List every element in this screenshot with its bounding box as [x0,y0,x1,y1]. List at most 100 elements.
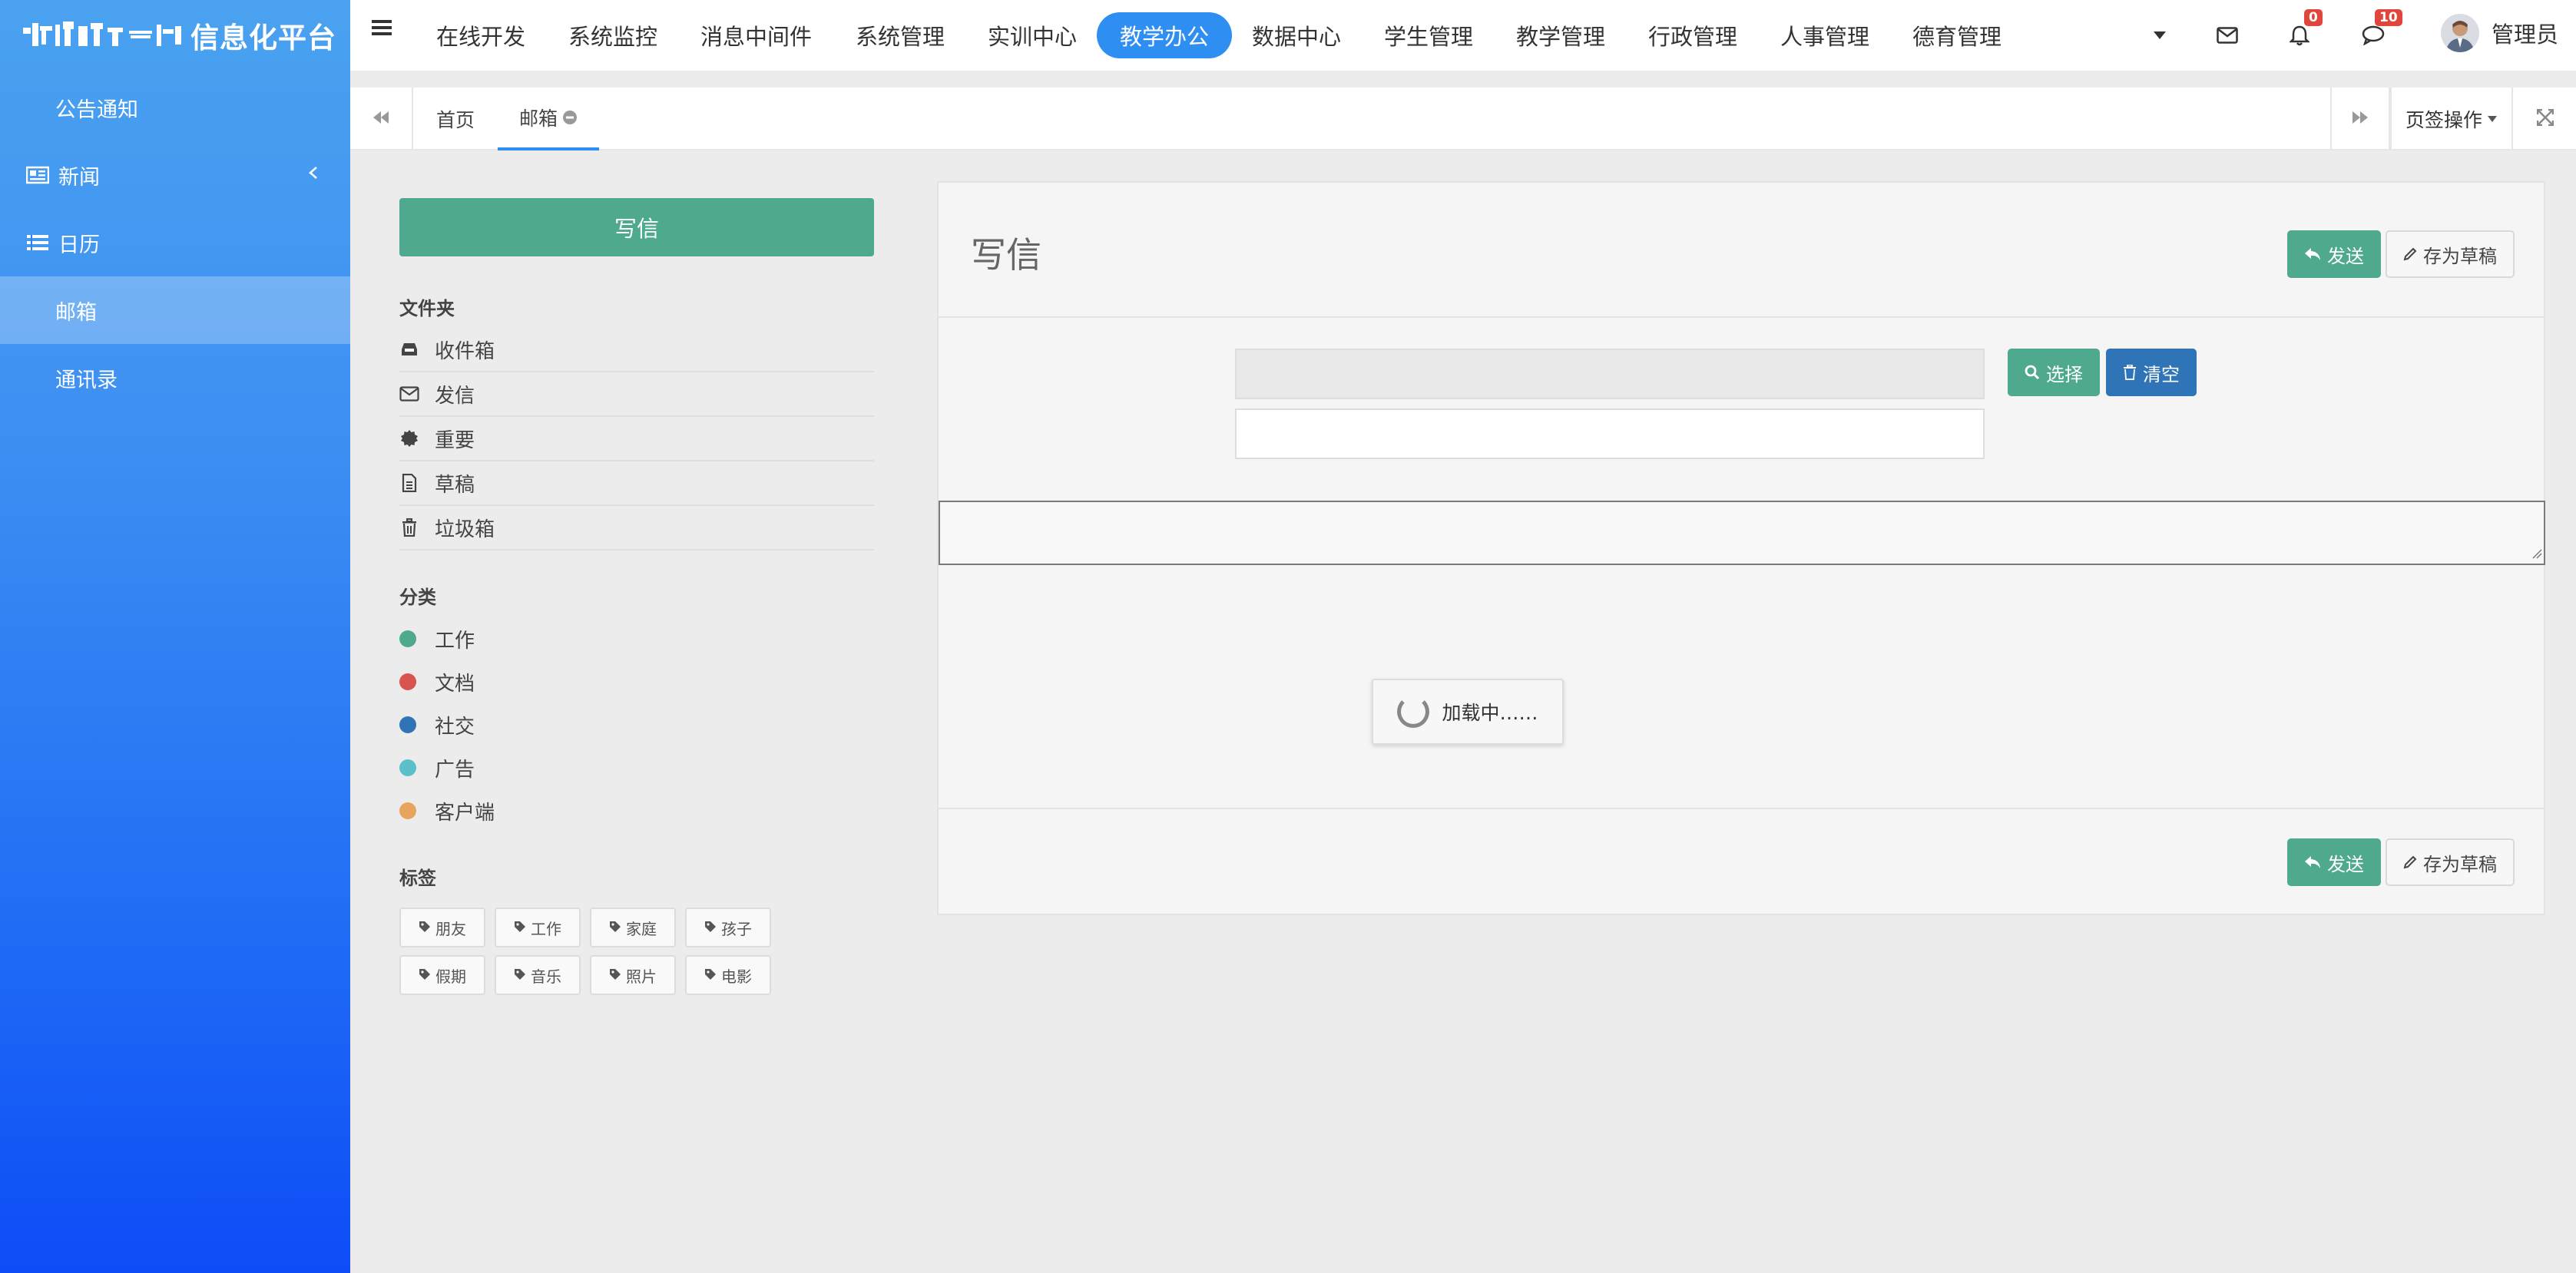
tag-icon [704,918,717,937]
folder-label: 发信 [435,384,475,408]
message-count-badge: 10 [2375,9,2402,26]
envelope-icon [399,384,419,404]
user-menu[interactable]: 管理员 [2441,14,2558,52]
nav-teaching-management[interactable]: 教学管理 [1493,12,1628,58]
reply-icon [2304,855,2321,869]
tag-music[interactable]: 音乐 [495,955,581,995]
compose-title: 写信 [971,234,1041,276]
nav-hr-management[interactable]: 人事管理 [1757,12,1892,58]
close-tab-icon[interactable] [562,110,578,125]
message-body-editor[interactable] [939,501,2545,565]
send-label: 发送 [2327,245,2364,267]
bell-icon[interactable]: 0 [2284,9,2323,51]
avatar [2441,14,2479,52]
top-navbar: 在线开发 系统监控 消息中间件 系统管理 实训中心 教学办公 数据中心 学生管理… [350,0,2576,71]
folder-drafts[interactable]: 草稿 [399,461,874,506]
sidebar-item-news[interactable]: 新闻 [0,141,350,209]
nav-teaching-office[interactable]: 教学办公 [1097,12,1233,58]
tag-kids[interactable]: 孩子 [685,908,771,947]
nav-training-center[interactable]: 实训中心 [965,12,1100,58]
tag-work[interactable]: 工作 [495,908,581,947]
nav-data-center[interactable]: 数据中心 [1229,12,1364,58]
chevron-left-icon [307,161,320,190]
category-clients[interactable]: 客户端 [399,789,495,832]
tag-holiday[interactable]: 假期 [399,955,485,995]
folder-inbox[interactable]: 收件箱 [399,328,874,372]
caret-down-icon[interactable] [2144,20,2175,51]
tab-home[interactable]: 首页 [415,88,496,150]
folder-sent[interactable]: 发信 [399,372,874,417]
sidebar-item-contacts[interactable]: 通讯录 [0,344,350,412]
fullscreen-button[interactable] [2515,88,2576,150]
folder-trash[interactable]: 垃圾箱 [399,506,874,551]
tag-icon [514,918,526,937]
trash-icon [399,517,419,537]
sidebar-item-announcements[interactable]: 公告通知 [0,74,350,141]
folders-title: 文件夹 [399,298,455,319]
tab-operations-label: 页签操作 [2405,109,2482,131]
save-draft-button-bottom[interactable]: 存为草稿 [2386,838,2515,886]
tag-label: 照片 [626,967,657,986]
tab-scroll-right-button[interactable] [2330,88,2390,150]
nav-message-middleware[interactable]: 消息中间件 [677,12,835,58]
tab-mailbox[interactable]: 邮箱 [498,88,600,150]
divider [939,808,2544,809]
folder-label: 收件箱 [435,339,495,363]
search-icon [2025,365,2040,380]
newspaper-icon [25,164,51,187]
send-button-bottom[interactable]: 发送 [2287,838,2381,886]
tag-label: 假期 [435,967,466,986]
tags-title: 标签 [399,868,436,889]
loading-text: 加载中…… [1442,702,1538,724]
select-recipient-button[interactable]: 选择 [2008,349,2100,396]
sidebar-item-mailbox[interactable]: 邮箱 [0,276,350,344]
sidebar-item-label: 通讯录 [55,368,118,392]
category-label: 社交 [435,715,475,739]
compose-button[interactable]: 写信 [399,198,874,256]
tag-movies[interactable]: 电影 [685,955,771,995]
folder-important[interactable]: 重要 [399,417,874,461]
category-color-dot [399,802,416,819]
category-social[interactable]: 社交 [399,703,475,746]
category-color-dot [399,716,416,733]
categories-title: 分类 [399,587,436,608]
nav-moral-education[interactable]: 德育管理 [1889,12,2025,58]
clear-recipient-button[interactable]: 清空 [2106,349,2197,396]
tag-label: 孩子 [721,919,752,938]
envelope-icon[interactable] [2212,20,2243,51]
caret-down-icon [2487,115,2498,123]
sidebar-item-calendar[interactable]: 日历 [0,209,350,276]
nav-online-dev[interactable]: 在线开发 [413,12,548,58]
nav-student-management[interactable]: 学生管理 [1361,12,1496,58]
file-icon [399,473,419,493]
reply-icon [2304,247,2321,261]
nav-system-management[interactable]: 系统管理 [833,12,968,58]
category-documents[interactable]: 文档 [399,660,475,703]
user-name: 管理员 [2492,21,2559,48]
tag-photos[interactable]: 照片 [590,955,676,995]
category-color-dot [399,759,416,776]
save-draft-label: 存为草稿 [2423,853,2497,875]
tab-scroll-left-button[interactable] [350,88,413,150]
recipient-input[interactable] [1235,349,1985,399]
tag-friends[interactable]: 朋友 [399,908,485,947]
compose-panel: 写信 发送 存为草稿 发送到: 选择 清空 主题: 加载中…… 发送 存为草稿 [937,181,2545,915]
tag-family[interactable]: 家庭 [590,908,676,947]
comments-icon[interactable]: 10 [2358,9,2402,51]
hamburger-menu-icon[interactable] [372,18,392,40]
nav-system-monitor[interactable]: 系统监控 [545,12,680,58]
tag-label: 音乐 [531,967,561,986]
category-ads[interactable]: 广告 [399,746,475,789]
list-icon [25,231,51,254]
save-draft-button-top[interactable]: 存为草稿 [2386,230,2515,278]
brand[interactable]: 信息化平台 [0,0,350,71]
tab-operations-dropdown[interactable]: 页签操作 [2390,88,2513,150]
category-work[interactable]: 工作 [399,617,475,660]
folder-label: 垃圾箱 [435,517,495,541]
select-label: 选择 [2046,363,2083,385]
send-button-top[interactable]: 发送 [2287,230,2381,278]
subject-input[interactable] [1235,408,1985,459]
resize-handle-icon[interactable] [2531,547,2542,562]
nav-admin-management[interactable]: 行政管理 [1625,12,1760,58]
category-label: 文档 [435,672,475,696]
